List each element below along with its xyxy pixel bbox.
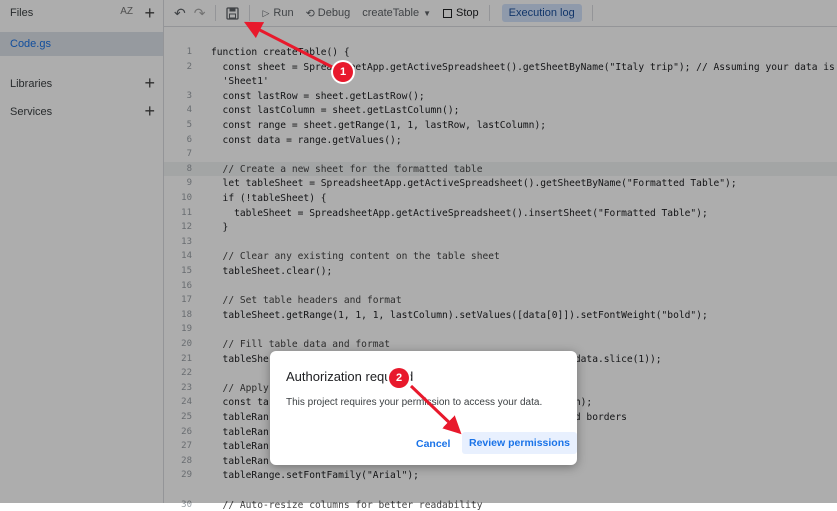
annotation-arrows bbox=[243, 21, 462, 435]
annotation-arrow-2 bbox=[409, 384, 462, 435]
annotation-badge-2: 2 bbox=[389, 368, 409, 388]
annotation-badge-1: 1 bbox=[333, 62, 353, 82]
annotation-arrow-1 bbox=[243, 21, 337, 71]
